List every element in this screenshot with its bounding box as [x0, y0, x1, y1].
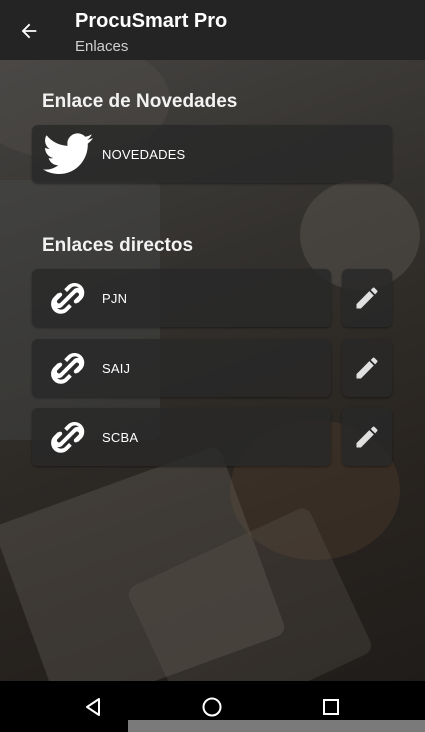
pencil-icon: [356, 426, 378, 448]
twitter-bird-icon: [40, 129, 96, 179]
back-button[interactable]: [10, 12, 48, 50]
novedades-label: NOVEDADES: [102, 146, 186, 162]
square-recents-icon: [323, 699, 339, 715]
pencil-icon: [356, 287, 378, 309]
arrow-left-icon: [21, 23, 37, 39]
link-label-pjn: PJN: [102, 290, 128, 306]
edit-button-saij[interactable]: [342, 339, 392, 397]
nav-back-button[interactable]: [80, 693, 108, 721]
novedades-link-card[interactable]: NOVEDADES: [32, 125, 392, 183]
link-chain-icon: [40, 412, 96, 462]
link-card-scba[interactable]: SCBA: [32, 408, 331, 466]
link-chain-icon: [40, 273, 96, 323]
circle-home-icon: [202, 697, 222, 717]
edit-button-scba[interactable]: [342, 408, 392, 466]
triangle-back-icon: [86, 698, 100, 716]
pencil-icon: [356, 357, 378, 379]
nav-recents-button[interactable]: [317, 693, 345, 721]
news-section-heading: Enlace de Novedades: [42, 91, 238, 112]
links-content: Enlace de Novedades NOVEDADES Enlaces di…: [0, 60, 425, 681]
link-label-saij: SAIJ: [102, 360, 131, 376]
link-card-pjn[interactable]: PJN: [32, 269, 331, 327]
app-bar: ProcuSmart Pro Enlaces: [0, 0, 425, 60]
link-card-saij[interactable]: SAIJ: [32, 339, 331, 397]
link-label-scba: SCBA: [102, 429, 139, 445]
bottom-edge-strip: [128, 720, 425, 732]
link-chain-icon: [40, 343, 96, 393]
app-subtitle: Enlaces: [75, 38, 129, 55]
direct-links-heading: Enlaces directos: [42, 235, 194, 256]
nav-home-button[interactable]: [198, 693, 226, 721]
app-title: ProcuSmart Pro: [75, 10, 228, 32]
edit-button-pjn[interactable]: [342, 269, 392, 327]
